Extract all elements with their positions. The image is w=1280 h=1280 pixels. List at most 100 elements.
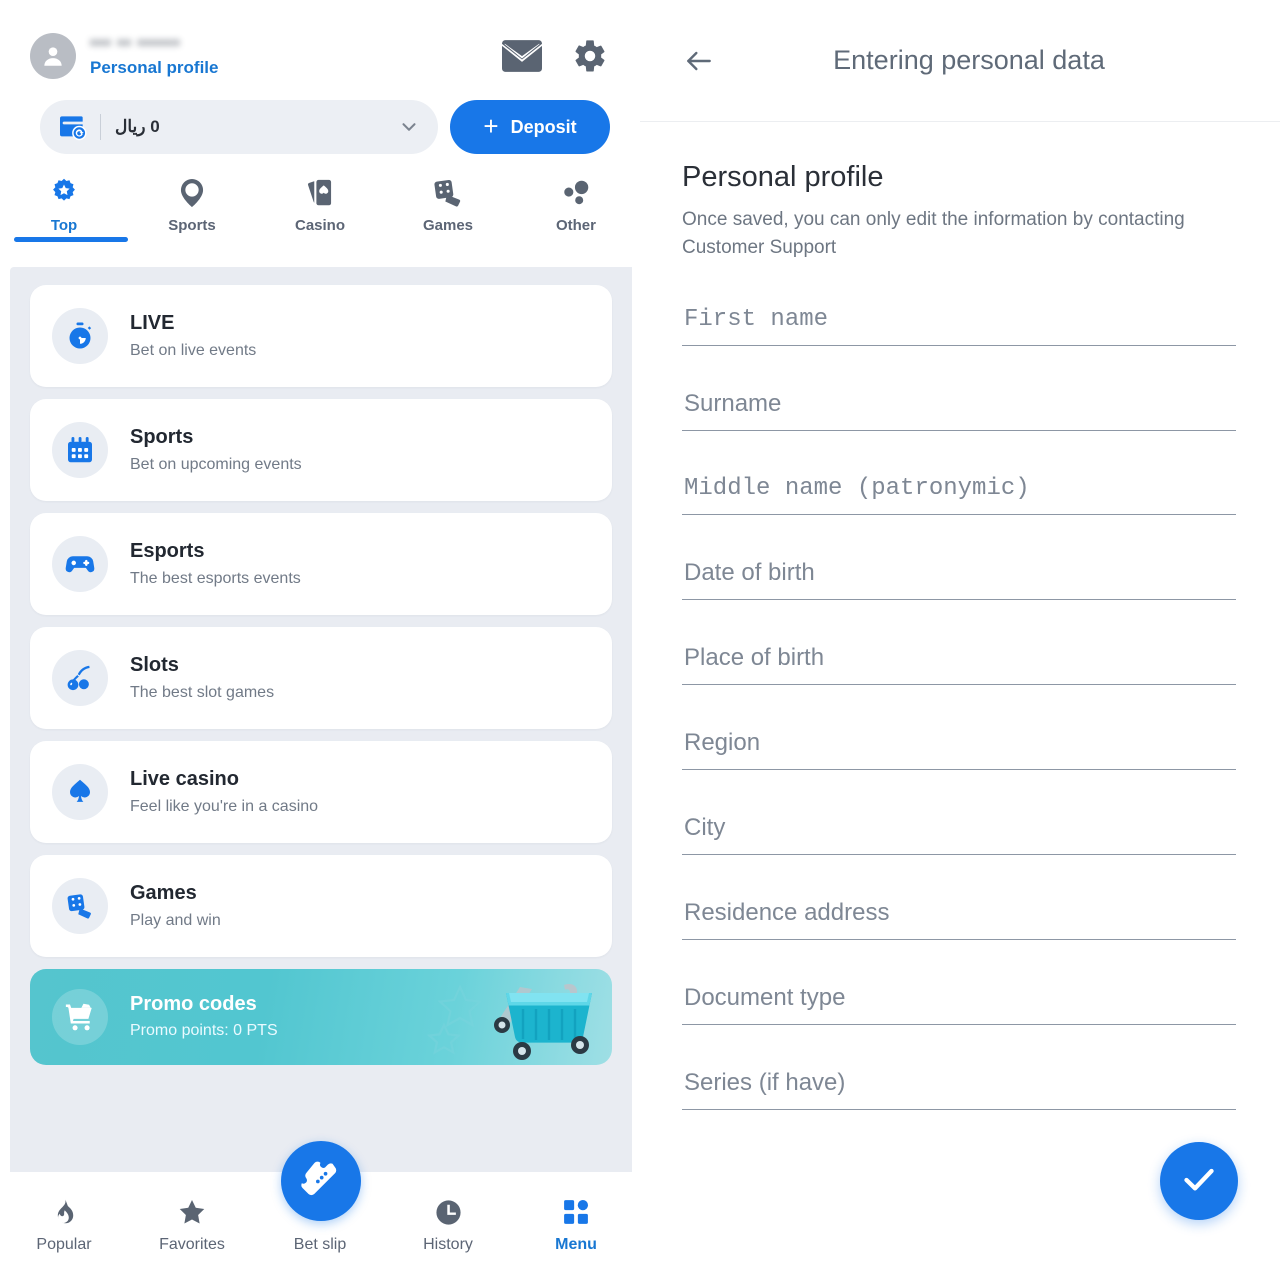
deposit-button[interactable]: + Deposit [450,100,610,154]
deposit-label: Deposit [510,116,577,137]
nav-label: Bet slip [293,1236,347,1253]
date-of-birth-input[interactable] [682,559,1236,600]
submit-fab[interactable] [1160,1142,1238,1220]
field-document-type [682,984,1236,1025]
list-item-text: Slots The best slot games [130,652,274,705]
shopping-cart-icon [52,989,108,1045]
arrow-left-icon[interactable] [682,44,716,78]
field-series [682,1069,1236,1110]
grid-icon [562,1196,590,1228]
mail-icon[interactable] [502,40,542,72]
field-middle-name [682,475,1236,515]
list-item-subtitle: Feel like you're in a casino [130,797,319,815]
field-residence-address [682,899,1236,940]
field-first-name [682,306,1236,346]
tab-label: Casino [294,217,345,234]
first-name-input[interactable] [682,306,1236,346]
list-item[interactable]: Games Play and win [30,855,612,957]
dice-icon [52,878,108,934]
list-item[interactable]: Live casino Feel like you're in a casino [30,741,612,843]
wallet-refresh-icon [56,111,88,143]
nav-label: Favorites [159,1236,225,1253]
list-item-subtitle: Play and win [130,911,221,929]
form-body: Personal profile Once saved, you can onl… [640,122,1280,1110]
city-input[interactable] [682,814,1236,855]
balance-selector[interactable]: 0 ريال [40,100,438,154]
spade-icon [52,764,108,820]
place-of-birth-input[interactable] [682,644,1236,685]
star-icon [177,1196,207,1228]
shopping-basket-cart-illustration [402,969,612,1065]
user-id: ••• •• •••••• [90,32,181,54]
avatar[interactable] [30,33,76,79]
dual-screenshot-root: ••• •• •••••• Personal profile 0 ريال + … [0,0,1280,1280]
nav-popular[interactable]: Popular [0,1196,128,1254]
list-item-title: Sports [130,425,194,448]
chevron-down-icon[interactable] [398,116,420,138]
calendar-icon [52,422,108,478]
tab-label: Sports [168,217,216,234]
promo-title: Promo codes [130,993,257,1015]
bet-slip-fab[interactable] [281,1141,361,1221]
balance-row: 0 ريال + Deposit [0,86,640,154]
field-region [682,729,1236,770]
tab-label: Top [50,217,78,234]
tab-label: Other [555,217,596,234]
menu-list-container[interactable]: LIVE Bet on live events Sports Bet on up… [10,267,632,1172]
promo-text-block: Promo codes Promo points: 0 PTS [130,991,278,1043]
promo-codes-banner[interactable]: Promo codes Promo points: 0 PTS [30,969,612,1065]
nav-menu[interactable]: Menu [512,1196,640,1254]
list-item-text: Live casino Feel like you're in a casino [130,766,318,819]
clock-icon [434,1196,463,1228]
account-header: ••• •• •••••• Personal profile [0,0,640,86]
flame-icon [50,1196,78,1228]
middle-name-input[interactable] [682,475,1236,515]
field-city [682,814,1236,855]
soccer-pin-icon [176,176,208,210]
tab-sports[interactable]: Sports [128,176,256,238]
section-note: Once saved, you can only edit the inform… [682,209,1185,258]
series-input[interactable] [682,1069,1236,1110]
list-item-subtitle: Bet on upcoming events [130,455,302,473]
nav-favorites[interactable]: Favorites [128,1196,256,1254]
list-item-text: LIVE Bet on live events [130,310,256,363]
list-item-title: Esports [130,539,205,562]
tab-other[interactable]: Other [512,176,640,238]
list-item[interactable]: Sports Bet on upcoming events [30,399,612,501]
region-input[interactable] [682,729,1236,770]
list-item-title: Live casino [130,767,239,790]
field-surname [682,390,1236,431]
residence-address-input[interactable] [682,899,1236,940]
nav-label: Menu [555,1236,597,1253]
right-phone-screen: Entering personal data Personal profile … [640,0,1280,1280]
personal-profile-link[interactable]: Personal profile [90,56,502,80]
category-tabs: Top Sports Casino Games Other [0,154,640,242]
dots-cluster-icon [560,176,592,210]
field-date-of-birth [682,559,1236,600]
star-badge-icon [48,176,80,210]
list-item[interactable]: LIVE Bet on live events [30,285,612,387]
section-heading: Personal profile [682,161,884,193]
playing-cards-icon [304,176,336,210]
nav-history[interactable]: History [384,1196,512,1254]
list-item[interactable]: Esports The best esports events [30,513,612,615]
list-item[interactable]: Slots The best slot games [30,627,612,729]
tab-games[interactable]: Games [384,176,512,238]
list-item-text: Esports The best esports events [130,538,301,591]
left-phone-screen: ••• •• •••••• Personal profile 0 ريال + … [0,0,640,1280]
dice-cards-icon [432,176,464,210]
stopwatch-icon [52,308,108,364]
tab-casino[interactable]: Casino [256,176,384,238]
document-type-input[interactable] [682,984,1236,1025]
cherries-icon [52,650,108,706]
list-item-title: Slots [130,653,179,676]
promo-subtitle: Promo points: 0 PTS [130,1022,278,1039]
list-item-subtitle: The best slot games [130,683,275,701]
surname-input[interactable] [682,390,1236,431]
active-tab-indicator [14,237,128,242]
list-item-text: Sports Bet on upcoming events [130,424,302,477]
gear-icon[interactable] [572,38,608,74]
list-item-title: LIVE [130,311,175,334]
tab-top[interactable]: Top [0,176,128,242]
list-item-subtitle: The best esports events [130,569,301,587]
